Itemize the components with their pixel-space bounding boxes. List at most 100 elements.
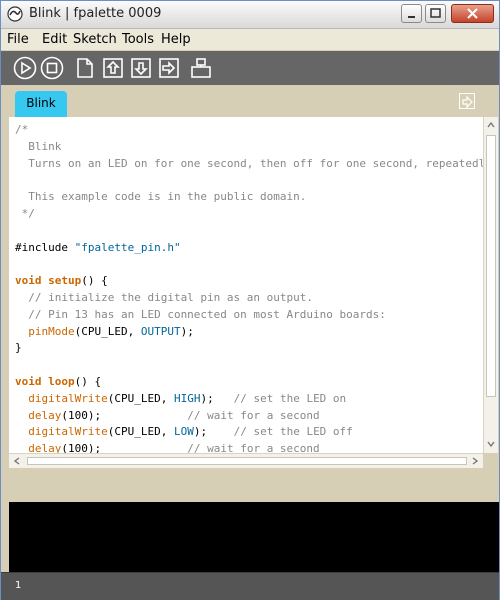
app-icon (7, 6, 23, 22)
code-line[interactable]: void setup() { (15, 273, 483, 290)
line-number: 1 (15, 580, 22, 591)
scroll-left-icon[interactable] (12, 456, 22, 466)
code-token: ); (200, 391, 234, 405)
code-token: (100); (61, 442, 188, 453)
left-margin (1, 117, 9, 572)
menu-sketch[interactable]: Sketch (73, 32, 117, 47)
code-line[interactable]: digitalWrite(CPU_LED, HIGH); // set the … (15, 391, 483, 408)
code-token: delay (28, 442, 62, 453)
arrow-right-icon (462, 95, 473, 109)
code-editor[interactable]: /* Blink Turns on an LED on for one seco… (9, 117, 483, 453)
tab-menu-button[interactable] (459, 93, 475, 109)
code-token: void (15, 274, 49, 288)
code-token: // wait for a second (187, 442, 320, 453)
vertical-scroll-thumb[interactable] (486, 135, 496, 397)
menu-bar: File Edit Sketch Tools Help (1, 29, 499, 50)
close-button[interactable] (451, 4, 494, 23)
scroll-right-icon[interactable] (470, 456, 480, 466)
code-line[interactable]: void loop() { (15, 374, 483, 391)
code-line[interactable]: delay(100); // wait for a second (15, 441, 483, 453)
status-area (9, 468, 499, 502)
stop-button[interactable] (40, 56, 64, 80)
upload-arrow-right-icon (159, 58, 179, 78)
code-token: "fpalette_pin.h" (74, 240, 181, 254)
code-token: (100); (61, 408, 188, 422)
vertical-scrollbar[interactable] (483, 117, 498, 453)
horizontal-scroll-thumb[interactable] (27, 457, 467, 465)
code-token: #include (15, 240, 75, 254)
code-token: (CPU_LED, (74, 324, 141, 338)
code-token: /* (15, 123, 29, 136)
play-icon (13, 56, 37, 80)
code-token: () { (81, 274, 108, 288)
code-token: HIGH (173, 391, 201, 405)
code-line[interactable]: Blink (15, 139, 483, 156)
run-button[interactable] (13, 56, 37, 80)
code-line[interactable]: */ (15, 206, 483, 223)
new-button[interactable] (73, 56, 97, 80)
code-line[interactable]: #include "fpalette_pin.h" (15, 240, 483, 257)
menu-edit[interactable]: Edit (42, 32, 67, 47)
code-line[interactable] (15, 172, 483, 189)
horizontal-scrollbar[interactable] (9, 453, 483, 468)
window-title: Blink | fpalette 0009 (29, 6, 162, 21)
title-bar[interactable]: Blink | fpalette 0009 (1, 1, 499, 29)
code-line[interactable]: /* (15, 122, 483, 139)
open-button[interactable] (101, 56, 125, 80)
console-output[interactable] (9, 502, 499, 572)
code-token: OUTPUT (140, 324, 181, 338)
code-token: void (15, 374, 49, 388)
code-line[interactable]: // Pin 13 has an LED connected on most A… (15, 307, 483, 324)
maximize-icon (430, 8, 441, 18)
code-token: // set the LED off (233, 425, 353, 439)
code-text[interactable]: /* Blink Turns on an LED on for one seco… (15, 122, 483, 453)
code-token: (CPU_LED, (107, 391, 174, 405)
code-token: */ (15, 206, 35, 220)
scroll-down-icon[interactable] (486, 439, 496, 449)
stop-icon (40, 56, 64, 80)
code-line[interactable]: delay(100); // wait for a second (15, 408, 483, 425)
scroll-up-icon[interactable] (486, 120, 496, 130)
code-token: // set the LED on (233, 391, 347, 405)
code-line[interactable]: Turns on an LED on for one second, then … (15, 156, 483, 173)
code-token: ); (193, 425, 234, 439)
serial-monitor-button[interactable] (189, 56, 213, 80)
menu-file[interactable]: File (7, 32, 29, 47)
code-token: // Pin 13 has an LED connected on most A… (15, 307, 386, 321)
ide-window: Blink | fpalette 0009 File Edit Sketch T… (0, 0, 500, 600)
code-line[interactable]: } (15, 340, 483, 357)
code-token: Blink (15, 139, 62, 153)
maximize-button[interactable] (425, 4, 446, 23)
code-token: loop (48, 374, 75, 388)
new-file-icon (77, 58, 93, 78)
code-token: // initialize the digital pin as an outp… (15, 290, 314, 304)
code-line[interactable] (15, 357, 483, 374)
code-token: digitalWrite (28, 391, 108, 405)
minimize-button[interactable] (401, 4, 422, 23)
code-token: // wait for a second (187, 408, 320, 422)
open-arrow-up-icon (103, 58, 123, 78)
code-line[interactable]: This example code is in the public domai… (15, 189, 483, 206)
close-icon (467, 8, 478, 19)
code-line[interactable]: digitalWrite(CPU_LED, LOW); // set the L… (15, 424, 483, 441)
code-token: delay (28, 408, 62, 422)
upload-button[interactable] (157, 56, 181, 80)
code-line[interactable] (15, 223, 483, 240)
save-arrow-down-icon (131, 58, 151, 78)
code-token: digitalWrite (28, 425, 108, 439)
code-line[interactable]: pinMode(CPU_LED, OUTPUT); (15, 324, 483, 341)
code-line[interactable] (15, 256, 483, 273)
code-token: setup (48, 274, 82, 288)
code-token: LOW (173, 425, 194, 439)
save-button[interactable] (129, 56, 153, 80)
code-token: pinMode (28, 324, 75, 338)
tab-blink[interactable]: Blink (15, 91, 67, 117)
menu-help[interactable]: Help (161, 32, 191, 47)
menu-tools[interactable]: Tools (122, 32, 154, 47)
minimize-icon (408, 16, 415, 18)
code-line[interactable]: // initialize the digital pin as an outp… (15, 290, 483, 307)
